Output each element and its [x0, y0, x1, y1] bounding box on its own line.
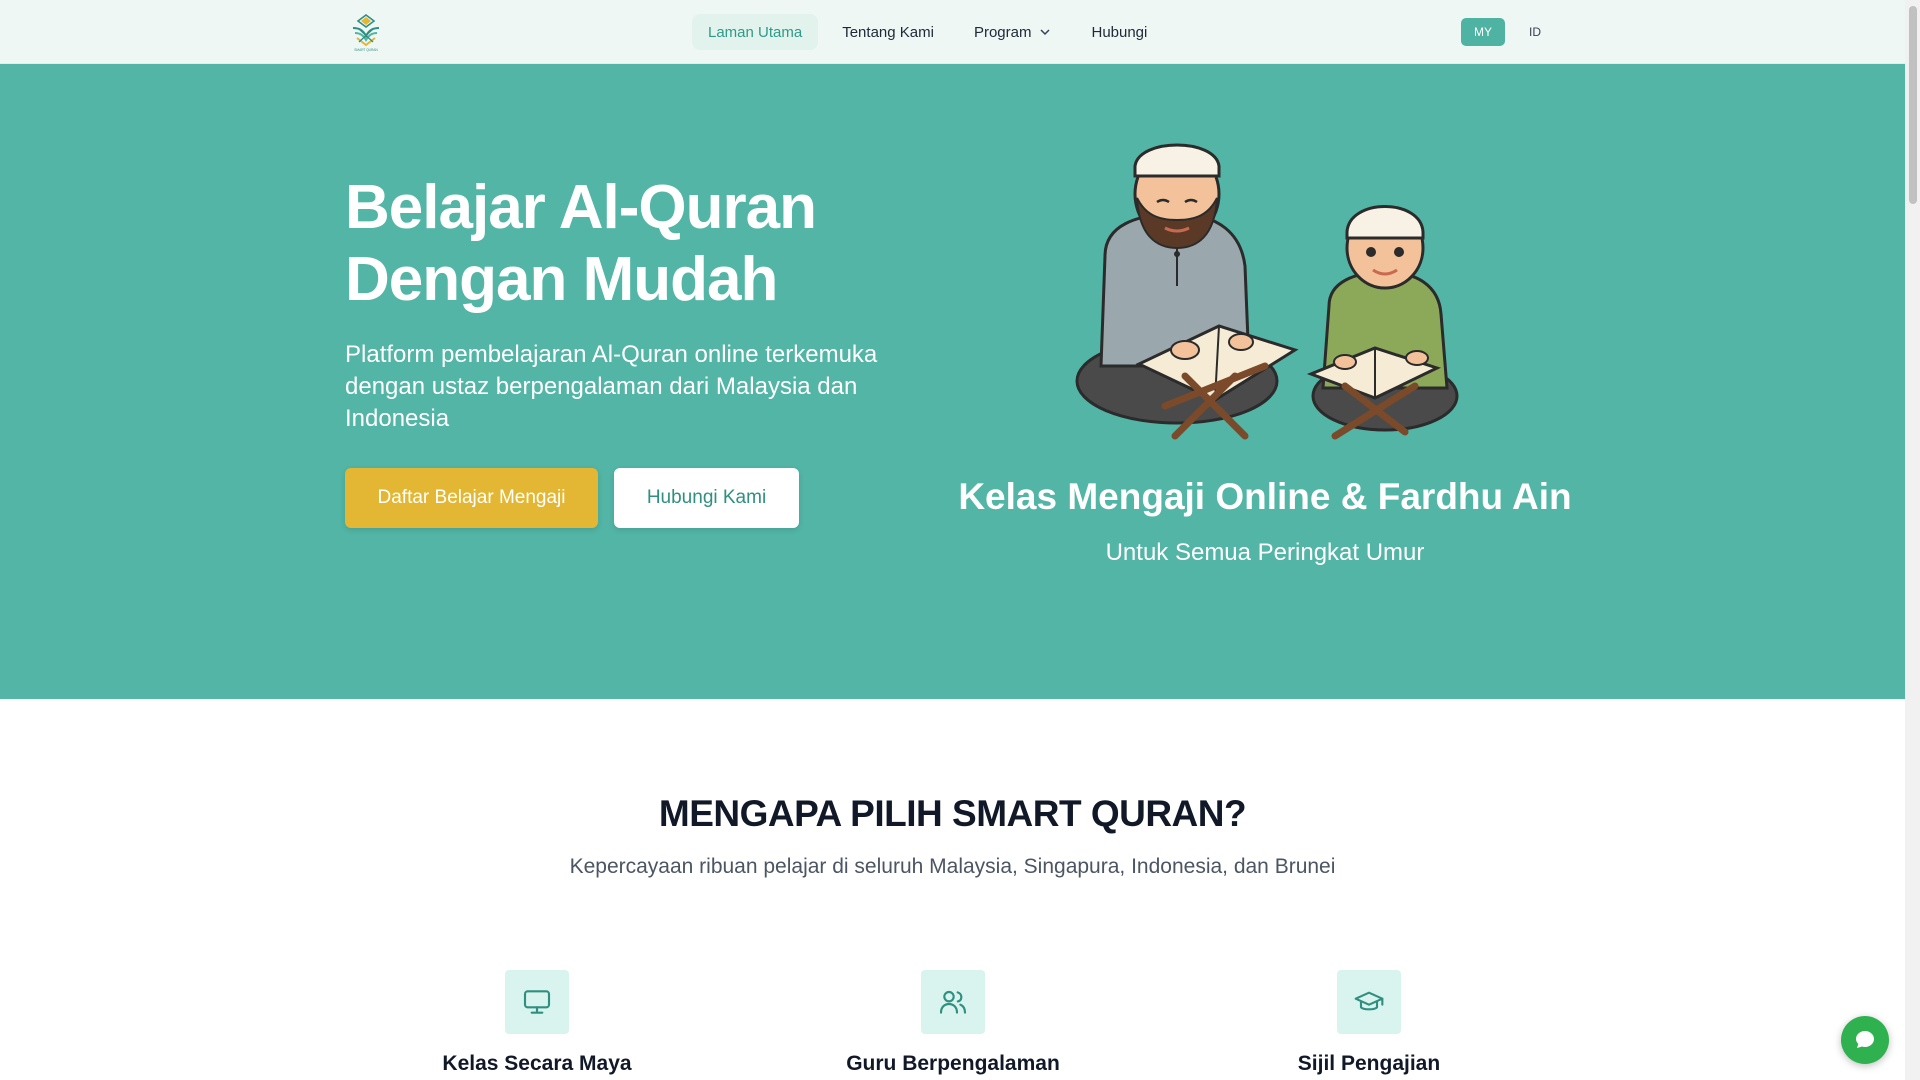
nav-tentang-kami[interactable]: Tentang Kami: [826, 14, 950, 50]
hero-title-line2: Dengan Mudah: [345, 245, 778, 314]
contact-button[interactable]: Hubungi Kami: [614, 468, 799, 528]
lang-my-button[interactable]: MY: [1461, 18, 1505, 46]
hero-subtitle: Platform pembelajaran Al-Quran online te…: [345, 341, 878, 432]
feature-label: Kelas Secara Maya: [442, 1052, 632, 1075]
nav-laman-utama[interactable]: Laman Utama: [692, 14, 819, 50]
nav-hubungi-label: Hubungi: [1091, 23, 1148, 41]
chat-button[interactable]: [1841, 1016, 1889, 1064]
smart-quran-logo[interactable]: SMART QURAN: [347, 12, 385, 52]
feature-experienced-teachers: Guru Berpengalaman: [803, 970, 1103, 1076]
why-title: MENGAPA PILIH SMART QURAN?: [658, 793, 1247, 834]
scrollbar-thumb[interactable]: [1909, 6, 1917, 204]
users-icon: [921, 970, 985, 1034]
monitor-icon: [505, 970, 569, 1034]
lang-id-button[interactable]: ID: [1513, 18, 1557, 46]
feature-label: Guru Berpengalaman: [846, 1052, 1060, 1075]
nav-hubungi[interactable]: Hubungi: [1075, 14, 1163, 50]
feature-label: Sijil Pengajian: [1297, 1052, 1441, 1075]
chat-bubble-icon: [1856, 1031, 1874, 1048]
nav-tentang-kami-label: Tentang Kami: [842, 23, 934, 41]
hero-right-subtitle: Untuk Semua Peringkat Umur: [1105, 539, 1425, 566]
graduation-cap-icon: [1337, 970, 1401, 1034]
hero-section: Belajar Al-Quran Dengan Mudah Platform p…: [0, 64, 1905, 699]
feature-certificate: Sijil Pengajian: [1219, 970, 1519, 1076]
feature-virtual-class: Kelas Secara Maya: [387, 970, 687, 1076]
nav-program[interactable]: Program: [958, 14, 1068, 50]
chevron-down-icon: [1040, 29, 1051, 36]
hero-right-title: Kelas Mengaji Online & Fardhu Ain: [958, 476, 1572, 517]
logo-text: SMART QURAN: [354, 48, 378, 52]
hero-title: Belajar Al-Quran Dengan Mudah: [345, 172, 905, 316]
language-switcher: MY ID: [1461, 18, 1557, 46]
page-scrollbar[interactable]: [1905, 0, 1920, 1080]
why-subtitle: Kepercayaan ribuan pelajar di seluruh Ma…: [569, 855, 1336, 878]
register-button[interactable]: Daftar Belajar Mengaji: [345, 468, 598, 528]
nav-laman-utama-label: Laman Utama: [708, 23, 803, 41]
nav-program-label: Program: [973, 23, 1032, 41]
navbar: SMART QURAN Laman Utama Tentang Kami Pro…: [0, 0, 1905, 64]
teacher-child-illustration: [1075, 143, 1459, 440]
hero-title-line1: Belajar Al-Quran: [345, 173, 817, 242]
main-nav: Laman Utama Tentang Kami Program Hubungi: [692, 14, 1163, 50]
